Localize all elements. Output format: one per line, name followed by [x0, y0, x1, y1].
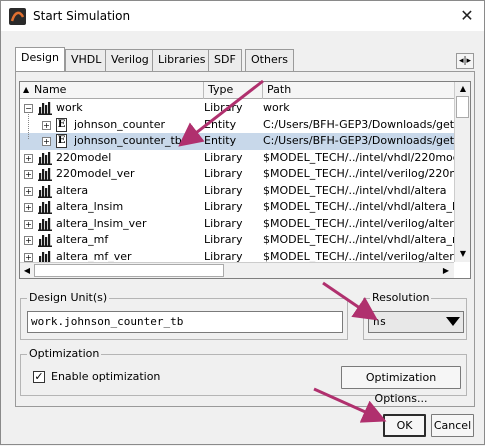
expand-icon[interactable]: +	[24, 219, 33, 229]
checkmark-icon: ✓	[34, 370, 44, 383]
row-path: C:/Users/BFH-GEP3/Downloads/getting	[263, 134, 454, 147]
expand-icon[interactable]: +	[24, 236, 33, 245]
row-type: Library	[204, 233, 243, 246]
row-name: johnson_counter_tb	[74, 134, 182, 147]
column-header-name[interactable]: ▲ Name	[20, 82, 204, 99]
row-type: Library	[204, 200, 243, 213]
row-path: C:/Users/BFH-GEP3/Downloads/getting	[263, 117, 454, 131]
sort-up-icon: ▲	[23, 85, 30, 94]
vertical-scrollbar[interactable]: ▲ ▼	[454, 82, 470, 262]
library-icon	[38, 151, 52, 165]
title-bar: Start Simulation ✕	[1, 1, 484, 31]
column-header: ▲ Name Type Path	[20, 82, 454, 99]
row-type: Entity	[204, 134, 237, 147]
tree-connector	[28, 114, 29, 139]
row-path: work	[263, 101, 290, 114]
row-name: johnson_counter	[74, 117, 165, 131]
scroll-right-icon[interactable]: ▶	[440, 264, 452, 277]
horizontal-scrollbar[interactable]: ◀ ▶	[20, 262, 454, 278]
row-path: $MODEL_TECH/../intel/verilog/altera_l	[263, 216, 454, 230]
collapse-icon[interactable]: −	[24, 104, 33, 113]
row-type: Library	[204, 183, 243, 197]
expand-icon[interactable]: +	[42, 137, 51, 146]
tree-row-library[interactable]: + altera Library $MODEL_TECH/../intel/vhdl/…	[20, 183, 454, 200]
optimization-group: Optimization ✓ Enable optimization Optim…	[20, 347, 467, 405]
entity-icon: E	[56, 134, 67, 148]
tree-row-library[interactable]: + altera_lnsim Library $MODEL_TECH/../intel…	[20, 199, 454, 216]
row-type: Library	[204, 150, 243, 164]
tab-verilog[interactable]: Verilog	[105, 49, 155, 71]
tab-vhdl[interactable]: VHDL	[65, 49, 108, 71]
vertical-scroll-thumb[interactable]	[456, 96, 469, 118]
tab-sdf[interactable]: SDF	[208, 49, 242, 71]
enable-optimization-label: Enable optimization	[51, 370, 161, 383]
tab-others[interactable]: Others	[245, 49, 294, 71]
horizontal-scroll-thumb[interactable]	[34, 264, 224, 277]
row-name: altera_lnsim	[56, 200, 124, 213]
cancel-button[interactable]: Cancel	[431, 414, 474, 437]
row-path: $MODEL_TECH/../intel/vhdl/altera_lnsi	[263, 200, 454, 213]
tree-row-library[interactable]: +220model_ver Library $MODEL_TECH/../intel…	[20, 166, 454, 183]
library-icon	[38, 184, 52, 198]
row-name: 220model	[56, 150, 112, 164]
design-unit-group: Design Unit(s) work.johnson_counter_tb	[20, 291, 348, 340]
scroll-down-icon[interactable]: ▼	[457, 248, 469, 260]
column-header-path[interactable]: Path	[263, 82, 454, 99]
row-path: $MODEL_TECH/../intel/vhdl/220model	[263, 150, 454, 164]
row-type: Entity	[204, 117, 237, 131]
column-header-type[interactable]: Type	[204, 82, 263, 99]
resolution-value: ns	[373, 315, 387, 328]
optimization-options-button[interactable]: Optimization Options...	[341, 366, 461, 405]
resolution-label: Resolution	[370, 291, 432, 304]
row-type: Library	[204, 216, 243, 230]
library-icon	[38, 102, 52, 115]
expand-icon[interactable]: +	[24, 252, 33, 262]
tree-row-library[interactable]: +220model Library $MODEL_TECH/../intel/vhd…	[20, 150, 454, 167]
library-tree-list[interactable]: ▲ Name Type Path − work Library work + Ejohns…	[19, 81, 471, 279]
scroll-left-icon[interactable]: ◀	[21, 264, 33, 277]
row-name: 220model_ver	[56, 167, 135, 180]
row-name: altera_mf	[56, 233, 109, 246]
library-icon	[38, 217, 52, 231]
expand-icon[interactable]: +	[42, 120, 51, 130]
dropdown-arrow-icon[interactable]	[446, 317, 460, 326]
row-path: $MODEL_TECH/../intel/vhdl/altera_mf	[263, 233, 454, 246]
design-unit-input[interactable]: work.johnson_counter_tb	[27, 311, 343, 333]
library-icon	[38, 168, 52, 181]
modelsim-app-icon	[9, 8, 26, 25]
expand-icon[interactable]: +	[24, 153, 33, 163]
expand-icon[interactable]: +	[24, 186, 33, 196]
row-type: Library	[204, 101, 243, 114]
tab-scroll-arrows[interactable]: ◂|▸	[456, 53, 474, 69]
tree-row-entity[interactable]: + Ejohnson_counter Entity C:/Users/BFH-GEP3…	[20, 117, 454, 134]
design-unit-label: Design Unit(s)	[27, 291, 110, 304]
row-name: altera_lnsim_ver	[56, 216, 147, 230]
row-path: $MODEL_TECH/../intel/vhdl/altera	[263, 183, 447, 197]
row-name: work	[56, 101, 83, 114]
ok-button[interactable]: OK	[383, 414, 426, 437]
optimization-label: Optimization	[27, 347, 102, 360]
tree-row-library[interactable]: + altera_mf Library $MODEL_TECH/../intel/vh…	[20, 232, 454, 249]
tree-row-library[interactable]: − work Library work	[20, 100, 454, 117]
row-type: Library	[204, 167, 243, 180]
resolution-group: Resolution ns	[363, 291, 467, 340]
entity-icon: E	[56, 117, 67, 132]
scroll-up-icon[interactable]: ▲	[457, 83, 469, 95]
library-icon	[38, 201, 52, 214]
row-path: $MODEL_TECH/../intel/verilog/220mod	[263, 167, 454, 180]
start-simulation-dialog: Start Simulation ✕ Design VHDL Verilog L…	[0, 0, 485, 445]
expand-icon[interactable]: +	[24, 203, 33, 212]
library-icon	[38, 234, 52, 247]
resolution-select[interactable]: ns	[368, 311, 464, 333]
enable-optimization-checkbox[interactable]: ✓	[33, 371, 45, 383]
window-title: Start Simulation	[33, 9, 131, 23]
tree-row-library[interactable]: + altera_lnsim_ver Library $MODEL_TECH/../i…	[20, 216, 454, 233]
expand-icon[interactable]: +	[24, 170, 33, 179]
tab-libraries[interactable]: Libraries	[152, 49, 212, 71]
tree-row-entity[interactable]: + Ejohnson_counter_tb Entity C:/Users/BFH-G…	[20, 133, 454, 150]
close-icon[interactable]: ✕	[453, 3, 481, 29]
row-name: altera	[56, 183, 89, 197]
tab-design[interactable]: Design	[15, 47, 65, 72]
